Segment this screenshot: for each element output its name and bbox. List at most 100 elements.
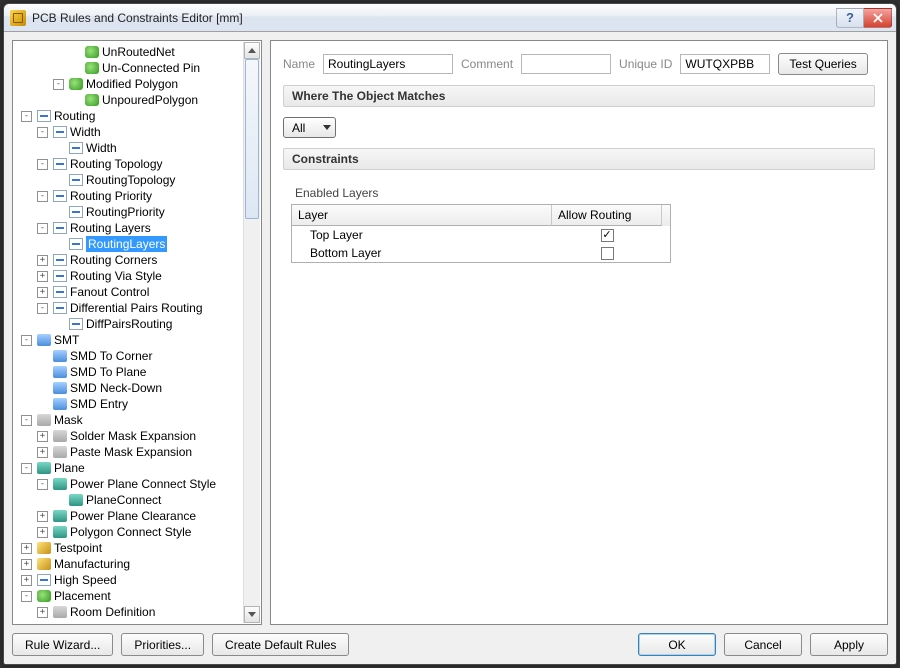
tree-toggle[interactable]: - [37, 191, 48, 202]
tree-item[interactable]: PlaneConnect [18, 492, 260, 508]
tree-toggle[interactable]: - [21, 591, 32, 602]
tree-item[interactable]: SMD Entry [18, 396, 260, 412]
tree-toggle[interactable]: - [37, 127, 48, 138]
tree-item[interactable]: -SMT [18, 332, 260, 348]
tree-item[interactable]: -Mask [18, 412, 260, 428]
allow-routing-checkbox[interactable] [601, 229, 614, 242]
tree-item[interactable]: -Placement [18, 588, 260, 604]
tree-toggle[interactable]: - [21, 415, 32, 426]
tree-toggle[interactable]: - [53, 79, 64, 90]
tree-toggle[interactable]: - [37, 223, 48, 234]
tree-item[interactable]: +High Speed [18, 572, 260, 588]
create-default-rules-button[interactable]: Create Default Rules [212, 633, 349, 656]
tree-item[interactable]: +Solder Mask Expansion [18, 428, 260, 444]
rule-tree[interactable]: UnRoutedNetUn-Connected Pin-Modified Pol… [14, 42, 260, 623]
tree-node-icon [53, 478, 67, 490]
tree-item[interactable]: Un-Connected Pin [18, 60, 260, 76]
layer-row[interactable]: Top Layer [292, 226, 670, 244]
tree-toggle[interactable]: + [37, 527, 48, 538]
tree-node-label: Routing [54, 108, 95, 124]
tree-item[interactable]: -Modified Polygon [18, 76, 260, 92]
tree-item[interactable]: Width [18, 140, 260, 156]
tree-item[interactable]: + Manufacturing [18, 556, 260, 572]
titlebar[interactable]: PCB Rules and Constraints Editor [mm] ? [4, 4, 896, 32]
tree-toggle[interactable]: + [37, 447, 48, 458]
tree-node-label: Fanout Control [70, 284, 149, 300]
cancel-button[interactable]: Cancel [724, 633, 802, 656]
tree-toggle[interactable]: - [21, 463, 32, 474]
tree-item[interactable]: - Routing Priority [18, 188, 260, 204]
close-button[interactable] [864, 8, 892, 28]
tree-toggle[interactable]: - [37, 303, 48, 314]
comment-input[interactable] [521, 54, 611, 74]
name-input[interactable] [323, 54, 453, 74]
rule-wizard-button[interactable]: Rule Wizard... [12, 633, 113, 656]
tree-item[interactable]: +Room Definition [18, 604, 260, 620]
test-queries-button[interactable]: Test Queries [778, 53, 867, 75]
tree-item[interactable]: -Power Plane Connect Style [18, 476, 260, 492]
tree-toggle[interactable]: - [21, 335, 32, 346]
tree-item[interactable]: +Routing Corners [18, 252, 260, 268]
tree-item[interactable]: +Routing Via Style [18, 268, 260, 284]
client-area: UnRoutedNetUn-Connected Pin-Modified Pol… [4, 32, 896, 664]
tree-item[interactable]: +Polygon Connect Style [18, 524, 260, 540]
scroll-thumb[interactable] [245, 59, 259, 219]
tree-toggle[interactable]: + [21, 575, 32, 586]
tree-toggle[interactable]: + [37, 431, 48, 442]
tree-item[interactable]: +Paste Mask Expansion [18, 444, 260, 460]
tree-toggle[interactable]: - [37, 479, 48, 490]
col-header-layer[interactable]: Layer [292, 205, 552, 226]
tree-item[interactable]: SMD Neck-Down [18, 380, 260, 396]
tree-item[interactable]: RoutingTopology [18, 172, 260, 188]
tree-node-icon [37, 414, 51, 426]
tree-node-icon [53, 430, 67, 442]
tree-item[interactable]: RoutingPriority [18, 204, 260, 220]
tree-item[interactable]: UnRoutedNet [18, 44, 260, 60]
layer-row[interactable]: Bottom Layer [292, 244, 670, 262]
tree-node-icon [53, 286, 67, 298]
tree-item[interactable]: -Routing Topology [18, 156, 260, 172]
scroll-track[interactable] [244, 59, 260, 606]
tree-node-label: Manufacturing [54, 556, 130, 572]
match-scope-dropdown[interactable]: All [283, 117, 336, 138]
tree-node-label: RoutingPriority [86, 204, 165, 220]
tree-toggle[interactable]: + [37, 607, 48, 618]
window-controls: ? [836, 8, 892, 28]
allow-routing-checkbox[interactable] [601, 247, 614, 260]
tree-toggle[interactable]: + [37, 271, 48, 282]
tree-node-label: Routing Priority [70, 188, 152, 204]
tree-item[interactable]: +Testpoint [18, 540, 260, 556]
tree-toggle[interactable]: + [37, 511, 48, 522]
tree-item[interactable]: SMD To Corner [18, 348, 260, 364]
tree-toggle[interactable]: + [37, 255, 48, 266]
tree-toggle[interactable]: - [37, 159, 48, 170]
tree-item[interactable]: -Routing Layers [18, 220, 260, 236]
priorities-button[interactable]: Priorities... [121, 633, 204, 656]
col-header-allow[interactable]: Allow Routing [552, 205, 662, 226]
tree-item[interactable]: - Width [18, 124, 260, 140]
tree-item[interactable]: -Plane [18, 460, 260, 476]
uid-input[interactable] [680, 54, 770, 74]
tree-node-label: Width [70, 124, 101, 140]
tree-item[interactable]: UnpouredPolygon [18, 92, 260, 108]
tree-node-icon [53, 446, 67, 458]
tree-item[interactable]: RoutingLayers [18, 236, 260, 252]
ok-button[interactable]: OK [638, 633, 716, 656]
apply-button[interactable]: Apply [810, 633, 888, 656]
tree-item[interactable]: DiffPairsRouting [18, 316, 260, 332]
constraints-section-header: Constraints [283, 148, 875, 170]
tree-item[interactable]: -Differential Pairs Routing [18, 300, 260, 316]
match-scope-value: All [292, 121, 305, 135]
scroll-down-button[interactable] [244, 606, 260, 623]
help-button[interactable]: ? [836, 8, 864, 28]
tree-toggle[interactable]: + [21, 543, 32, 554]
tree-item[interactable]: SMD To Plane [18, 364, 260, 380]
tree-toggle[interactable]: + [21, 559, 32, 570]
tree-item[interactable]: + Fanout Control [18, 284, 260, 300]
tree-scrollbar[interactable] [243, 42, 260, 623]
scroll-up-button[interactable] [244, 42, 260, 59]
tree-item[interactable]: +Power Plane Clearance [18, 508, 260, 524]
tree-toggle[interactable]: - [21, 111, 32, 122]
tree-toggle[interactable]: + [37, 287, 48, 298]
tree-item[interactable]: - Routing [18, 108, 260, 124]
